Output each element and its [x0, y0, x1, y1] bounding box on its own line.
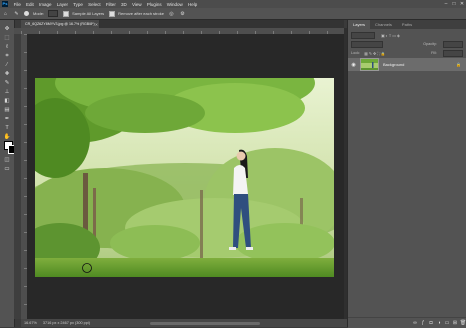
menu-view[interactable]: View [129, 2, 144, 7]
pen-icon[interactable]: ✒ [1, 115, 13, 123]
zoom-level[interactable]: 16.67% [21, 321, 40, 325]
fill-field[interactable] [443, 49, 463, 57]
clone-stamp-icon[interactable]: ⊥ [1, 88, 13, 96]
menu-window[interactable]: Window [164, 2, 185, 7]
menu-edit[interactable]: Edit [23, 2, 36, 7]
forest-photo [35, 78, 334, 277]
blend-mode-row: Opacity: [348, 40, 466, 48]
remove-after-stroke-label: Remove after each stroke [118, 11, 164, 16]
opacity-field[interactable] [443, 40, 463, 48]
toolbar: ✥ ⬚ ℓ ⌗ ⁄ ✚ ✎ ⊥ ◧ ▤ ✒ T ✋ ◫ ▭ [0, 20, 17, 327]
panel-tabs: Layers Channels Paths [348, 20, 466, 29]
filter-icons[interactable]: ▣ ◐ T ▭ ◈ [381, 33, 400, 38]
layer-row-background[interactable]: ◉ Background 🔒 [348, 58, 466, 71]
layer-name: Background [383, 62, 405, 67]
sample-all-layers-label: Sample All Layers [72, 11, 105, 16]
crop-icon[interactable]: ⌗ [1, 52, 13, 60]
document-tab-title: CR_6QZ6ZY8MYV3.jpg @ 16.7% (RGB/8*) [25, 22, 95, 26]
layer-kind-select[interactable] [351, 31, 375, 39]
menu-select[interactable]: Select [86, 2, 104, 7]
close-tab-icon[interactable]: ✕ [95, 22, 98, 27]
menu-plugins[interactable]: Plugins [144, 2, 164, 7]
eraser-icon[interactable]: ◧ [1, 97, 13, 105]
new-layer-icon[interactable]: ⊞ [451, 320, 459, 326]
menu-image[interactable]: Image [36, 2, 54, 7]
fx-icon[interactable]: ƒ [419, 320, 427, 326]
sample-all-layers-checkbox[interactable] [63, 10, 70, 17]
group-icon[interactable]: ▭ [443, 320, 451, 326]
tab-paths[interactable]: Paths [397, 20, 417, 29]
menu-help[interactable]: Help [185, 2, 199, 7]
gradient-icon[interactable]: ▤ [1, 106, 13, 114]
quick-mask-icon[interactable]: ◫ [1, 156, 13, 164]
layer-filter-row: ▣ ◐ T ▭ ◈ [348, 31, 466, 39]
options-bar: ⌂ ✎ Mode: Sample All Layers Remove after… [0, 8, 466, 20]
panel-bottom-bar: ∞ ƒ ◘ ◑ ▭ ⊞ 🗑 [348, 317, 466, 328]
lock-icons[interactable]: ▦ ✎ ✥ ⛶ 🔒 [364, 51, 386, 56]
tab-channels[interactable]: Channels [370, 20, 397, 29]
menu-filter[interactable]: Filter [103, 2, 118, 7]
type-icon[interactable]: T [1, 124, 13, 132]
layer-thumbnail [360, 58, 379, 71]
mode-select[interactable] [48, 10, 59, 17]
close-icon[interactable]: ✕ [458, 1, 466, 7]
menu-type[interactable]: Type [71, 2, 86, 7]
fill-label: Fill: [431, 51, 437, 55]
spot-healing-brush-icon[interactable]: ✎ [13, 10, 20, 17]
lock-row: Lock: ▦ ✎ ✥ ⛶ 🔒 Fill: [348, 49, 466, 57]
pressure-icon[interactable]: ◎ [168, 10, 175, 17]
document-tab-bar: CR_6QZ6ZY8MYV3.jpg @ 16.7% (RGB/8*) ✕ [21, 20, 344, 28]
settings-icon[interactable]: ⚙ [179, 10, 186, 17]
adjustment-icon[interactable]: ◑ [435, 320, 443, 326]
screen-mode-icon[interactable]: ▭ [1, 165, 13, 173]
photoshop-logo: Ps [2, 1, 8, 7]
move-icon[interactable]: ✥ [1, 25, 13, 33]
hand-icon[interactable]: ✋ [1, 133, 13, 141]
eyedropper-icon[interactable]: ⁄ [1, 61, 13, 69]
brush-icon[interactable]: ✎ [1, 79, 13, 87]
mask-icon[interactable]: ◘ [427, 320, 435, 326]
tab-layers[interactable]: Layers [348, 20, 371, 29]
horizontal-scrollbar[interactable] [150, 322, 260, 325]
healing-brush-icon[interactable]: ✚ [1, 70, 13, 78]
ruler-gutter [14, 34, 21, 319]
mode-label: Mode: [33, 11, 45, 16]
eye-icon[interactable]: ◉ [350, 62, 357, 68]
marquee-icon[interactable]: ⬚ [1, 34, 13, 42]
menu-layer[interactable]: Layer [54, 2, 70, 7]
blend-mode-select[interactable] [351, 40, 383, 48]
document-tab[interactable]: CR_6QZ6ZY8MYV3.jpg @ 16.7% (RGB/8*) ✕ [21, 20, 99, 28]
opacity-label: Opacity: [423, 42, 437, 46]
remove-after-stroke-checkbox[interactable] [109, 10, 116, 17]
lock-label: Lock: [351, 51, 361, 55]
lock-icon[interactable]: 🔒 [456, 62, 461, 67]
menu-bar: Ps File Edit Image Layer Type Select Fil… [0, 0, 466, 8]
menu-3d[interactable]: 3D [118, 2, 129, 7]
brush-preset-icon[interactable] [24, 11, 29, 16]
minimize-icon[interactable]: – [442, 1, 450, 7]
home-icon[interactable]: ⌂ [2, 10, 9, 17]
link-icon[interactable]: ∞ [411, 320, 419, 326]
lasso-icon[interactable]: ℓ [1, 43, 13, 51]
trash-icon[interactable]: 🗑 [459, 320, 466, 326]
document-dimensions: 3716 px x 2467 px (300 ppi) [42, 321, 90, 325]
maximize-icon[interactable]: □ [450, 1, 458, 7]
document-image[interactable] [35, 78, 334, 277]
window-controls: – □ ✕ [442, 1, 466, 7]
menu-file[interactable]: File [11, 2, 23, 7]
layers-panel: Layers Channels Paths ▣ ◐ T ▭ ◈ Opacity:… [347, 20, 466, 328]
